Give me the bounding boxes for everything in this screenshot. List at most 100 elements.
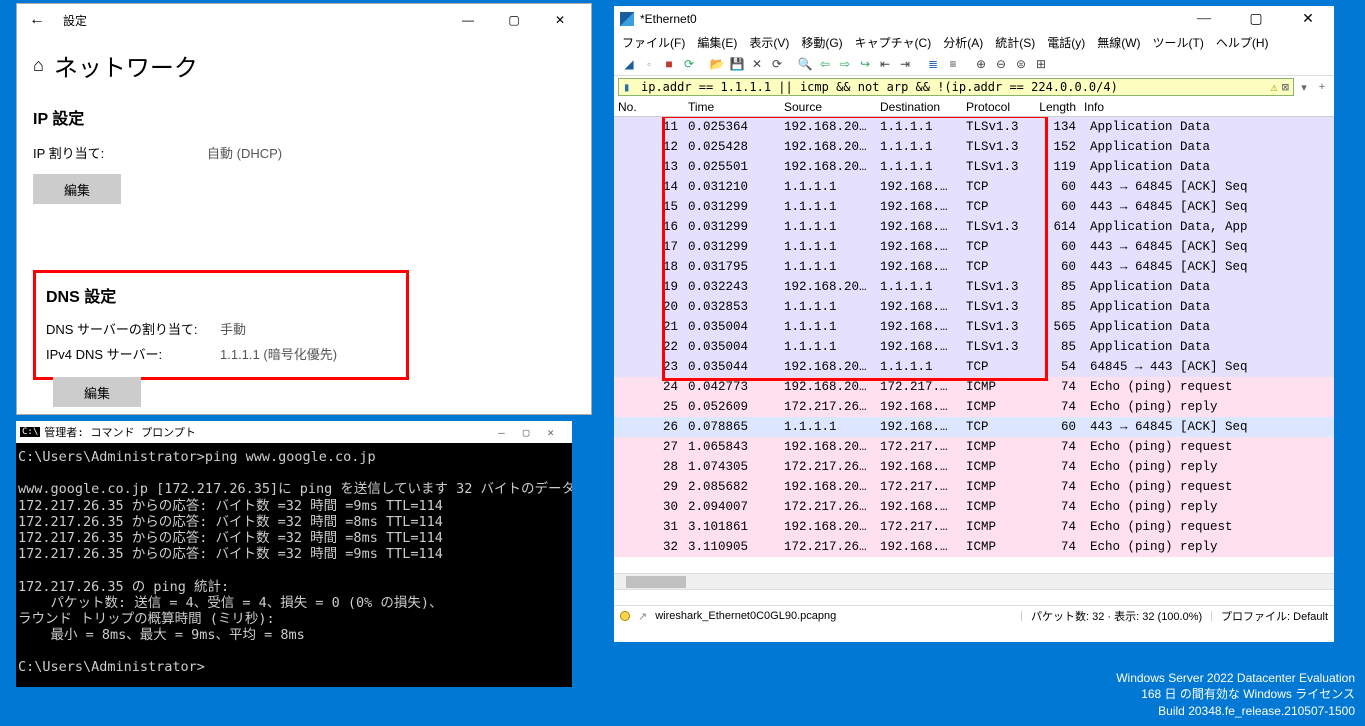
bookmark-icon[interactable]: ▮ bbox=[623, 80, 637, 94]
packet-list[interactable]: 110.025364192.168.20…1.1.1.1TLSv1.3134Ap… bbox=[614, 117, 1334, 573]
packet-row[interactable]: 160.0312991.1.1.1192.168.…TLSv1.3614Appl… bbox=[614, 217, 1334, 237]
autoscroll-icon[interactable]: ≣ bbox=[924, 55, 942, 73]
header-source[interactable]: Source bbox=[780, 100, 876, 114]
packet-row[interactable]: 230.035044192.168.20…1.1.1.1TCP5464845 →… bbox=[614, 357, 1334, 377]
menu-item[interactable]: ツール(T) bbox=[1153, 34, 1204, 51]
dns-edit-button[interactable]: 編集 bbox=[53, 377, 141, 407]
menu-item[interactable]: 統計(S) bbox=[995, 34, 1035, 51]
ip-edit-button[interactable]: 編集 bbox=[33, 174, 121, 204]
menu-item[interactable]: 編集(E) bbox=[697, 34, 737, 51]
packet-details-pane[interactable] bbox=[614, 589, 1334, 605]
packet-row[interactable]: 200.0328531.1.1.1192.168.…TLSv1.385Appli… bbox=[614, 297, 1334, 317]
cmd-close-button[interactable]: ✕ bbox=[547, 426, 554, 439]
packet-row[interactable]: 190.032243192.168.20…1.1.1.1TLSv1.385App… bbox=[614, 277, 1334, 297]
packet-row[interactable]: 250.052609172.217.26…192.168.…ICMP74Echo… bbox=[614, 397, 1334, 417]
menu-item[interactable]: 電話(y) bbox=[1047, 34, 1085, 51]
packet-row[interactable]: 220.0350041.1.1.1192.168.…TLSv1.385Appli… bbox=[614, 337, 1334, 357]
packet-row[interactable]: 140.0312101.1.1.1192.168.…TCP60443 → 648… bbox=[614, 177, 1334, 197]
packet-row[interactable]: 323.110905172.217.26…192.168.…ICMP74Echo… bbox=[614, 537, 1334, 557]
save-icon[interactable]: 💾 bbox=[728, 55, 746, 73]
expert-info-icon[interactable] bbox=[620, 611, 630, 621]
next-icon[interactable]: ⇨ bbox=[836, 55, 854, 73]
filter-add-icon[interactable]: + bbox=[1314, 78, 1330, 96]
ip-assign-label: IP 割り当て: bbox=[33, 143, 207, 162]
packet-row[interactable]: 120.025428192.168.20…1.1.1.1TLSv1.3152Ap… bbox=[614, 137, 1334, 157]
packet-row[interactable]: 130.025501192.168.20…1.1.1.1TLSv1.3119Ap… bbox=[614, 157, 1334, 177]
cmd-maximize-button[interactable]: ▢ bbox=[523, 426, 530, 439]
header-protocol[interactable]: Protocol bbox=[962, 100, 1022, 114]
minimize-button[interactable]: — bbox=[445, 4, 491, 36]
filter-expression-icon[interactable]: ▾ bbox=[1296, 78, 1312, 96]
menu-item[interactable]: 移動(G) bbox=[801, 34, 842, 51]
zoom-reset-icon[interactable]: ⊜ bbox=[1012, 55, 1030, 73]
watermark-line2: 168 日 の間有効な Windows ライセンス bbox=[1116, 686, 1355, 703]
packet-row[interactable]: 281.074305172.217.26…192.168.…ICMP74Echo… bbox=[614, 457, 1334, 477]
restart-capture-icon[interactable]: ⟳ bbox=[680, 55, 698, 73]
header-info[interactable]: Info bbox=[1080, 100, 1334, 114]
packet-row[interactable]: 180.0317951.1.1.1192.168.…TCP60443 → 648… bbox=[614, 257, 1334, 277]
resize-columns-icon[interactable]: ⊞ bbox=[1032, 55, 1050, 73]
cmd-minimize-button[interactable]: — bbox=[498, 426, 505, 439]
back-icon[interactable]: ← bbox=[25, 11, 49, 29]
zoom-out-icon[interactable]: ⊖ bbox=[992, 55, 1010, 73]
close-file-icon[interactable]: ✕ bbox=[748, 55, 766, 73]
wireshark-window: *Ethernet0 — ▢ ✕ ファイル(F) 編集(E) 表示(V) 移動(G) キ… bbox=[613, 5, 1335, 643]
ws-title: *Ethernet0 bbox=[640, 12, 697, 26]
cmd-body[interactable]: C:\Users\Administrator>ping www.google.c… bbox=[16, 443, 572, 682]
cmd-icon: C:\ bbox=[20, 427, 40, 437]
dns-assign-row: DNS サーバーの割り当て: 手動 bbox=[46, 319, 396, 338]
ipv4-dns-row: IPv4 DNS サーバー: 1.1.1.1 (暗号化優先) bbox=[46, 344, 396, 363]
fin-icon[interactable]: ◢ bbox=[620, 55, 638, 73]
clear-filter-icon[interactable]: ⊠ bbox=[1282, 80, 1289, 94]
menu-item[interactable]: 分析(A) bbox=[943, 34, 983, 51]
header-time[interactable]: Time bbox=[684, 100, 780, 114]
header-length[interactable]: Length bbox=[1022, 100, 1080, 114]
packet-row[interactable]: 170.0312991.1.1.1192.168.…TCP60443 → 648… bbox=[614, 237, 1334, 257]
packet-row[interactable]: 260.0788651.1.1.1192.168.…TCP60443 → 648… bbox=[614, 417, 1334, 437]
menu-item[interactable]: ファイル(F) bbox=[622, 34, 685, 51]
close-button[interactable]: ✕ bbox=[537, 4, 583, 36]
zoom-in-icon[interactable]: ⊕ bbox=[972, 55, 990, 73]
ws-close-button[interactable]: ✕ bbox=[1288, 11, 1328, 28]
menu-item[interactable]: ヘルプ(H) bbox=[1216, 34, 1269, 51]
prev-icon[interactable]: ⇦ bbox=[816, 55, 834, 73]
packet-row[interactable]: 210.0350041.1.1.1192.168.…TLSv1.3565Appl… bbox=[614, 317, 1334, 337]
open-icon[interactable]: 📂 bbox=[708, 55, 726, 73]
packet-row[interactable]: 150.0312991.1.1.1192.168.…TCP60443 → 648… bbox=[614, 197, 1334, 217]
menu-item[interactable]: 表示(V) bbox=[749, 34, 789, 51]
maximize-button[interactable]: ▢ bbox=[491, 4, 537, 36]
display-filter-input[interactable]: ▮ ip.addr == 1.1.1.1 || icmp && not arp … bbox=[618, 78, 1294, 96]
start-capture-icon[interactable]: ◦ bbox=[640, 55, 658, 73]
cmd-title: 管理者: コマンド プロンプト bbox=[44, 424, 196, 440]
dns-settings-box: DNS 設定 DNS サーバーの割り当て: 手動 IPv4 DNS サーバー: … bbox=[33, 270, 409, 380]
packet-row[interactable]: 313.101861192.168.20…172.217.…ICMP74Echo… bbox=[614, 517, 1334, 537]
ws-maximize-button[interactable]: ▢ bbox=[1236, 11, 1276, 28]
packet-row[interactable]: 292.085682192.168.20…172.217.…ICMP74Echo… bbox=[614, 477, 1334, 497]
header-destination[interactable]: Destination bbox=[876, 100, 962, 114]
ip-section-title: IP 設定 bbox=[33, 105, 575, 129]
packet-row[interactable]: 110.025364192.168.20…1.1.1.1TLSv1.3134Ap… bbox=[614, 117, 1334, 137]
stop-capture-icon[interactable]: ■ bbox=[660, 55, 678, 73]
ws-toolbar: ◢ ◦ ■ ⟳ 📂 💾 ✕ ⟳ 🔍 ⇦ ⇨ ↪ ⇤ ⇥ ≣ ≡ ⊕ ⊖ ⊜ ⊞ bbox=[614, 53, 1334, 76]
packet-row[interactable]: 302.094007172.217.26…192.168.…ICMP74Echo… bbox=[614, 497, 1334, 517]
packet-headers: No. Time Source Destination Protocol Len… bbox=[614, 98, 1334, 117]
warning-icon: ⚠ bbox=[1271, 80, 1278, 94]
goto-last-icon[interactable]: ⇥ bbox=[896, 55, 914, 73]
colorize-icon[interactable]: ≡ bbox=[944, 55, 962, 73]
home-icon[interactable]: ⌂ bbox=[33, 55, 44, 76]
menu-item[interactable]: 無線(W) bbox=[1097, 34, 1140, 51]
menu-item[interactable]: キャプチャ(C) bbox=[855, 34, 932, 51]
ws-minimize-button[interactable]: — bbox=[1184, 11, 1224, 28]
h-scrollbar[interactable] bbox=[614, 573, 1334, 589]
ws-menubar: ファイル(F) 編集(E) 表示(V) 移動(G) キャプチャ(C) 分析(A) 統計(S)… bbox=[614, 32, 1334, 53]
header-no[interactable]: No. bbox=[614, 100, 684, 114]
status-profile[interactable]: プロファイル: Default bbox=[1221, 608, 1328, 624]
goto-first-icon[interactable]: ⇤ bbox=[876, 55, 894, 73]
packet-row[interactable]: 271.065843192.168.20…172.217.…ICMP74Echo… bbox=[614, 437, 1334, 457]
jump-icon[interactable]: ↪ bbox=[856, 55, 874, 73]
packet-row[interactable]: 240.042773192.168.20…172.217.…ICMP74Echo… bbox=[614, 377, 1334, 397]
dns-section-title: DNS 設定 bbox=[46, 283, 396, 307]
dns-assign-label: DNS サーバーの割り当て: bbox=[46, 319, 220, 338]
find-icon[interactable]: 🔍 bbox=[796, 55, 814, 73]
reload-icon[interactable]: ⟳ bbox=[768, 55, 786, 73]
